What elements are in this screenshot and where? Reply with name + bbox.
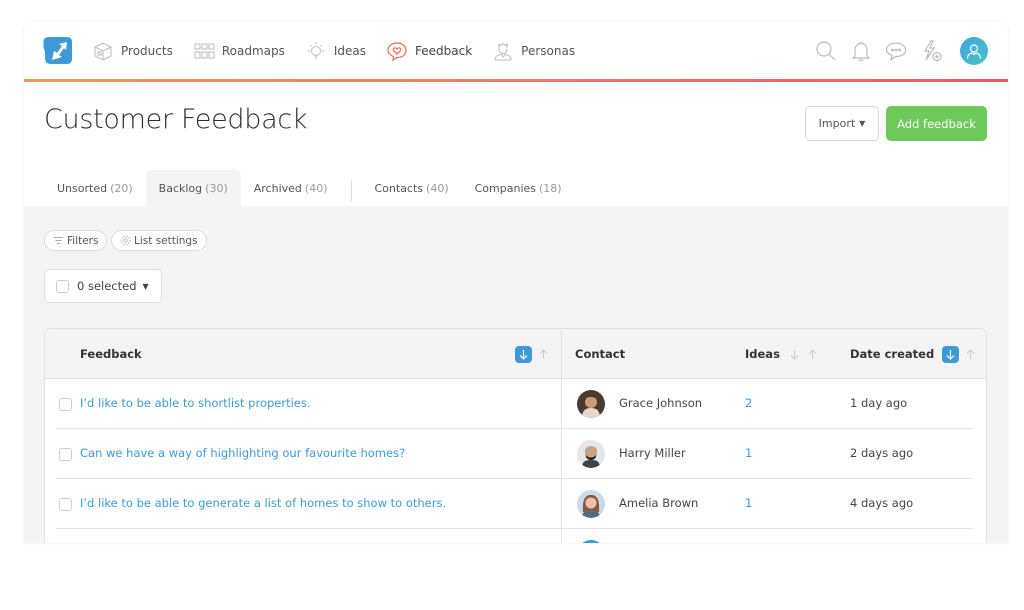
nav-item-ideas[interactable]: Ideas [305,40,366,62]
date-created: 1 day ago [850,396,908,410]
tab-divider [350,180,352,202]
list-settings-button[interactable]: List settings [111,230,207,251]
lightbulb-icon [305,40,327,62]
grid-icon [193,40,215,62]
contact-name[interactable]: Grace Johnson [619,396,702,410]
column-header-feedback[interactable]: Feedback [80,329,142,379]
contact-avatar [577,440,605,468]
sort-descending-icon[interactable] [515,345,532,363]
page-header: Customer Feedback Import ▼ Add feedback … [24,82,1008,206]
feedback-link[interactable]: I’d like to be able to shortlist propert… [80,396,311,410]
filters-button[interactable]: Filters [44,230,108,251]
date-created: 4 days ago [850,496,914,510]
gear-icon [120,235,131,246]
row-divider [562,528,973,529]
tab-label: Archived [253,181,302,195]
contact-avatar [577,490,605,518]
tab-count: (40) [426,181,449,195]
tab-bar: Unsorted (20) Backlog (30) Archived (40)… [44,170,575,206]
feedback-link[interactable]: I’d like to be able to generate a list o… [80,496,446,510]
column-label: Contact [575,347,626,361]
search-icon[interactable] [814,39,838,63]
nav-label: Feedback [415,43,473,58]
top-navigation: Products Roadmaps Ideas Feedback Persona… [24,22,1008,79]
row-checkbox[interactable] [59,498,72,511]
nav-item-products[interactable]: Products [92,40,173,62]
ideas-count[interactable]: 1 [745,496,752,510]
column-label: Date created [850,347,935,361]
sort-descending-icon[interactable] [788,346,802,363]
tab-count: (40) [304,181,328,195]
sort-ascending-icon[interactable] [536,346,550,363]
feedback-table: Feedback Contact Ideas Date created I’d … [44,328,987,543]
column-header-ideas[interactable]: Ideas [745,329,820,379]
tab-count: (30) [205,181,228,195]
tab-archived[interactable]: Archived (40) [241,170,341,206]
tab-backlog[interactable]: Backlog (30) [145,170,241,206]
selected-count-label: 0 selected [77,279,137,293]
nav-item-personas[interactable]: Personas [492,40,575,62]
ideas-count[interactable]: 1 [745,446,752,460]
column-header-date-created[interactable]: Date created [850,329,977,379]
caret-down-icon: ▼ [859,119,866,128]
list-settings-label: List settings [134,234,198,247]
contact-avatar [577,390,605,418]
table-row[interactable]: I’d like to be able to generate a list o… [45,479,986,529]
contact-name[interactable]: Harry Miller [619,446,686,460]
tab-unsorted[interactable]: Unsorted (20) [44,170,146,206]
box-icon [92,40,114,62]
table-row[interactable]: Can we have a way of highlighting our fa… [45,429,986,479]
select-all-checkbox[interactable] [56,279,69,293]
table-header: Feedback Contact Ideas Date created [45,329,986,379]
nav-label: Products [121,43,173,58]
tab-label: Unsorted [57,181,108,195]
filters-label: Filters [67,234,99,247]
persona-icon [492,40,514,62]
bell-icon[interactable] [849,39,873,63]
tab-count: (20) [110,181,133,195]
add-feedback-button[interactable]: Add feedback [886,106,987,141]
contact-avatar [577,540,605,543]
page-title: Customer Feedback [44,104,308,135]
feedback-link[interactable]: Can we have a way of highlighting our fa… [80,446,405,460]
table-row[interactable]: I’d like to be able to shortlist propert… [45,379,986,429]
nav-item-feedback[interactable]: Feedback [386,40,472,62]
row-checkbox[interactable] [59,448,72,461]
caret-down-icon: ▼ [142,281,149,291]
heart-speech-bubble-icon [386,40,408,62]
lightning-plus-icon[interactable] [919,39,943,63]
app-window: Products Roadmaps Ideas Feedback Persona… [24,22,1008,543]
tab-companies[interactable]: Companies (18) [462,170,575,206]
chat-bubble-icon[interactable] [884,39,908,63]
tab-contacts[interactable]: Contacts (40) [362,170,462,206]
row-divider [56,528,561,529]
filter-icon [53,236,64,245]
user-avatar-icon[interactable] [960,36,988,65]
ideas-count[interactable]: 2 [745,396,752,410]
nav-item-roadmaps[interactable]: Roadmaps [193,40,285,62]
nav-label: Personas [521,43,576,58]
nav-label: Roadmaps [221,43,285,58]
sort-descending-icon[interactable] [942,345,960,363]
app-logo-icon[interactable] [43,36,73,65]
contact-name[interactable]: Amelia Brown [619,496,698,510]
tab-count: (18) [539,181,562,195]
import-label: Import [818,117,856,130]
date-created: 2 days ago [850,446,914,460]
bulk-select-dropdown[interactable]: 0 selected ▼ [44,269,162,303]
column-header-contact[interactable]: Contact [575,329,625,379]
column-label: Feedback [80,347,142,361]
sort-ascending-icon[interactable] [806,346,820,363]
import-button[interactable]: Import ▼ [805,106,879,141]
tab-label: Companies [474,181,537,195]
tab-label: Backlog [158,181,203,195]
feedback-sort-controls [507,329,550,379]
main-nav: Products Roadmaps Ideas Feedback Persona… [92,22,595,79]
column-label: Ideas [745,347,780,361]
tab-label: Contacts [374,181,424,195]
sort-ascending-icon[interactable] [963,346,977,363]
nav-label: Ideas [333,43,367,58]
header-actions [803,22,988,79]
row-checkbox[interactable] [59,398,72,411]
